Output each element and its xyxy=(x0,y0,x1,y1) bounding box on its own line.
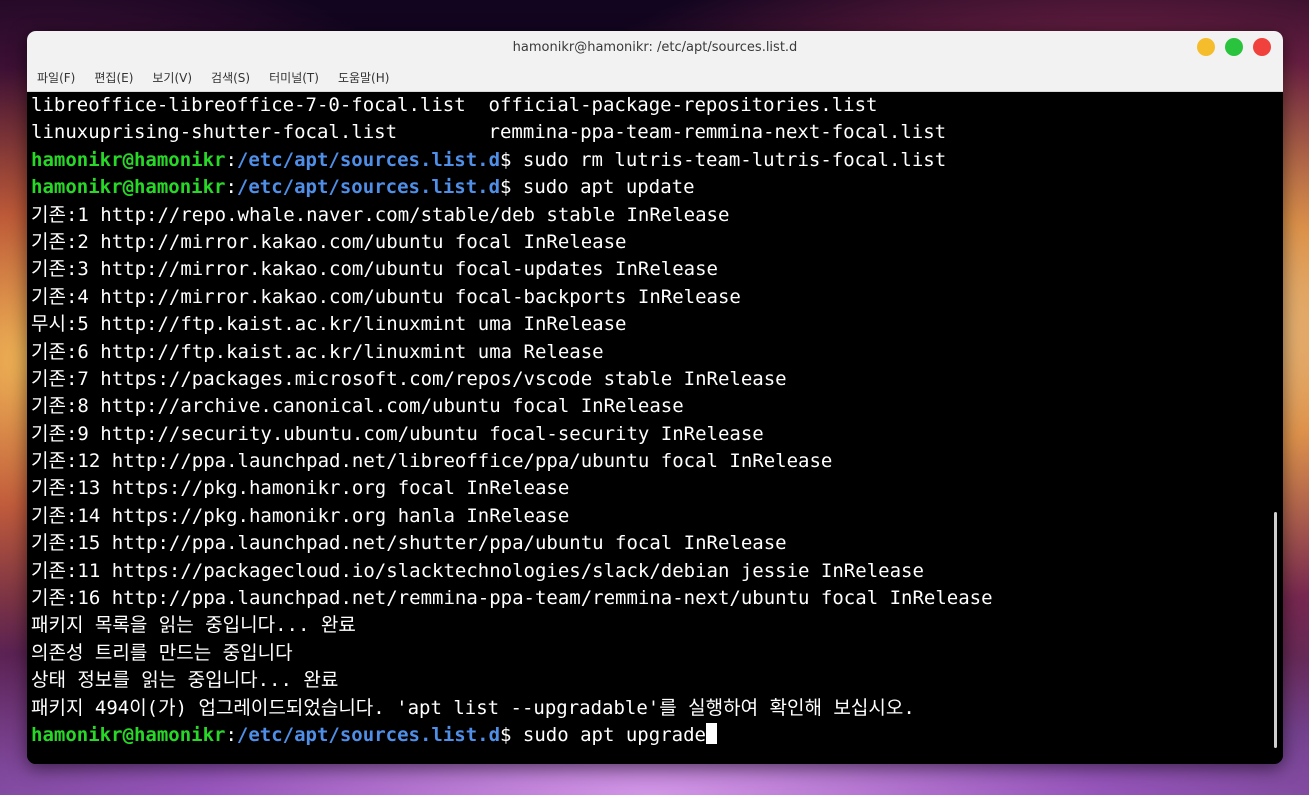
output-line: 기존:4 http://mirror.kakao.com/ubuntu foca… xyxy=(31,285,741,308)
window-title: hamonikr@hamonikr: /etc/apt/sources.list… xyxy=(512,40,798,55)
terminal-window: hamonikr@hamonikr: /etc/apt/sources.list… xyxy=(27,31,1283,764)
output-line: 기존:6 http://ftp.kaist.ac.kr/linuxmint um… xyxy=(31,340,604,363)
prompt-symbol: $ xyxy=(500,148,523,171)
output-line: 기존:12 http://ppa.launchpad.net/libreoffi… xyxy=(31,450,833,473)
command-text: sudo rm lutris-team-lutris-focal.list xyxy=(522,148,947,171)
menu-file[interactable]: 파일(F) xyxy=(37,69,75,86)
output-line: 기존:15 http://ppa.launchpad.net/shutter/p… xyxy=(31,532,787,555)
output-line: 상태 정보를 읽는 중입니다... 완료 xyxy=(31,669,339,692)
prompt-path: /etc/apt/sources.list.d xyxy=(236,176,501,199)
output-line: 기존:14 https://pkg.hamonikr.org hanla InR… xyxy=(31,504,570,527)
prompt-line: hamonikr@hamonikr:/etc/apt/sources.list.… xyxy=(31,147,1283,174)
output-line: libreoffice-libreoffice-7-0-focal.list o… xyxy=(31,94,878,116)
title-bar[interactable]: hamonikr@hamonikr: /etc/apt/sources.list… xyxy=(27,31,1283,64)
output-line: linuxuprising-shutter-focal.list remmina… xyxy=(31,121,947,144)
prompt-symbol: $ xyxy=(500,723,523,746)
output-line: 기존:2 http://mirror.kakao.com/ubuntu foca… xyxy=(31,230,627,253)
prompt-separator: : xyxy=(225,176,237,199)
prompt-user: hamonikr@hamonikr xyxy=(31,723,226,746)
prompt-line: hamonikr@hamonikr:/etc/apt/sources.list.… xyxy=(31,722,1283,749)
prompt-symbol: $ xyxy=(500,176,523,199)
window-controls xyxy=(1197,38,1271,56)
prompt-user: hamonikr@hamonikr xyxy=(31,176,226,199)
menu-terminal[interactable]: 터미널(T) xyxy=(269,69,319,86)
menu-edit[interactable]: 편집(E) xyxy=(94,69,133,86)
prompt-separator: : xyxy=(225,723,237,746)
output-line: 패키지 목록을 읽는 중입니다... 완료 xyxy=(31,614,356,637)
output-line: 기존:11 https://packagecloud.io/slacktechn… xyxy=(31,559,924,582)
output-line: 기존:3 http://mirror.kakao.com/ubuntu foca… xyxy=(31,258,718,281)
prompt-separator: : xyxy=(225,148,237,171)
output-line: 기존:8 http://archive.canonical.com/ubuntu… xyxy=(31,395,684,418)
terminal-output[interactable]: libreoffice-libreoffice-7-0-focal.list o… xyxy=(27,92,1283,764)
maximize-button[interactable] xyxy=(1225,38,1243,56)
command-text: sudo apt update xyxy=(522,176,695,199)
close-button[interactable] xyxy=(1253,38,1271,56)
prompt-line: hamonikr@hamonikr:/etc/apt/sources.list.… xyxy=(31,174,1283,201)
prompt-path: /etc/apt/sources.list.d xyxy=(236,148,501,171)
menu-help[interactable]: 도움말(H) xyxy=(338,69,390,86)
menu-search[interactable]: 검색(S) xyxy=(211,69,250,86)
output-line: 기존:1 http://repo.whale.naver.com/stable/… xyxy=(31,203,730,226)
prompt-user: hamonikr@hamonikr xyxy=(31,148,226,171)
output-line: 기존:13 https://pkg.hamonikr.org focal InR… xyxy=(31,477,570,500)
text-cursor xyxy=(705,722,717,744)
menu-bar: 파일(F) 편집(E) 보기(V) 검색(S) 터미널(T) 도움말(H) xyxy=(27,64,1283,92)
menu-view[interactable]: 보기(V) xyxy=(152,69,192,86)
output-line: 의존성 트리를 만드는 중입니다 xyxy=(31,641,293,664)
vertical-scrollbar[interactable] xyxy=(1274,512,1277,748)
command-text: sudo apt upgrade xyxy=(522,723,706,746)
output-line: 패키지 494이(가) 업그레이드되었습니다. 'apt list --upgr… xyxy=(31,696,915,719)
prompt-path: /etc/apt/sources.list.d xyxy=(236,723,501,746)
output-line: 기존:9 http://security.ubuntu.com/ubuntu f… xyxy=(31,422,764,445)
output-line: 무시:5 http://ftp.kaist.ac.kr/linuxmint um… xyxy=(31,313,627,336)
output-line: 기존:7 https://packages.microsoft.com/repo… xyxy=(31,367,787,390)
minimize-button[interactable] xyxy=(1197,38,1215,56)
output-line: 기존:16 http://ppa.launchpad.net/remmina-p… xyxy=(31,587,993,610)
